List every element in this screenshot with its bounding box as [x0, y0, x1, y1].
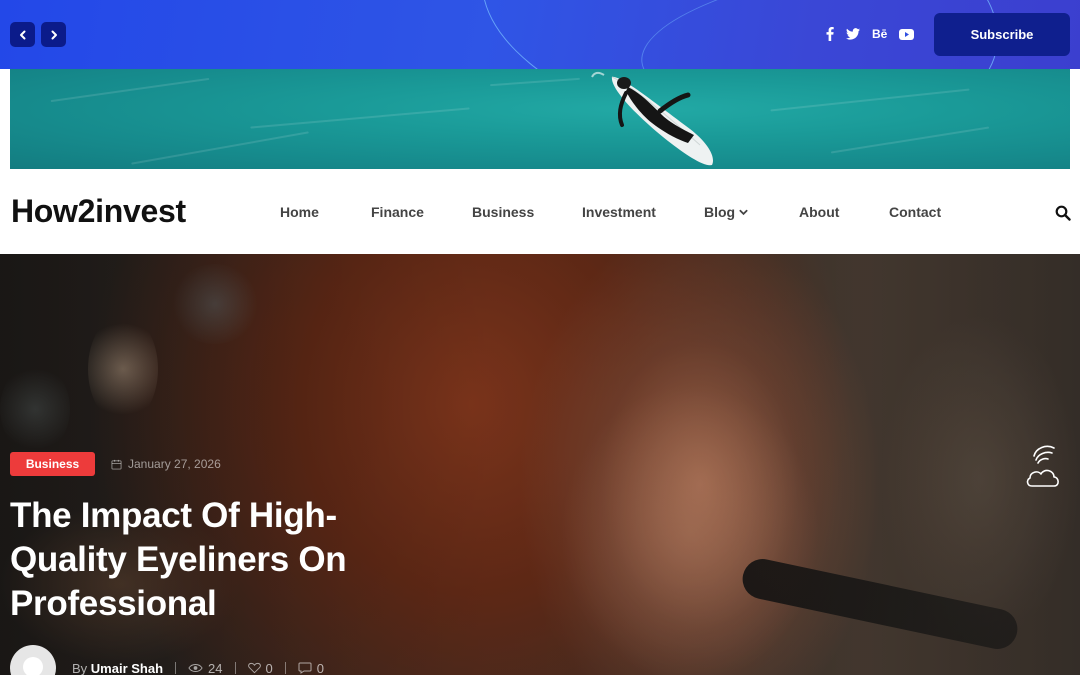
- post-date: January 27, 2026: [111, 457, 221, 471]
- site-logo[interactable]: How2invest: [11, 193, 186, 230]
- menu-item-blog[interactable]: Blog: [704, 204, 748, 220]
- post-meta: By Umair Shah 24 0 0: [10, 645, 324, 675]
- chevron-right-icon: [51, 30, 57, 39]
- site-header: How2invest Home Finance Business Investm…: [0, 169, 1080, 254]
- comment-icon: [298, 662, 312, 674]
- surfer-illustration: [591, 71, 714, 166]
- menu-item-about[interactable]: About: [799, 204, 839, 220]
- subscribe-button[interactable]: Subscribe: [934, 13, 1070, 56]
- cloud-weather-icon[interactable]: [1024, 440, 1062, 488]
- menu-item-home[interactable]: Home: [280, 204, 319, 220]
- views-count: 24: [188, 661, 223, 675]
- facebook-icon[interactable]: [826, 26, 834, 42]
- chevron-left-icon: [19, 30, 25, 39]
- author-link[interactable]: Umair Shah: [91, 661, 163, 675]
- social-links: Bē: [826, 26, 915, 42]
- menu-item-contact[interactable]: Contact: [889, 204, 941, 220]
- avatar[interactable]: [10, 645, 56, 675]
- search-icon[interactable]: [1055, 205, 1071, 221]
- surfer-banner-image: [10, 69, 1070, 169]
- behance-icon[interactable]: Bē: [872, 26, 887, 42]
- top-bar: Bē Subscribe: [0, 0, 1080, 69]
- menu-item-investment[interactable]: Investment: [582, 204, 656, 220]
- featured-post[interactable]: Business January 27, 2026 The Impact Of …: [0, 254, 1080, 675]
- next-button[interactable]: [41, 22, 66, 47]
- category-badge[interactable]: Business: [10, 452, 95, 476]
- chevron-down-icon: [739, 209, 748, 215]
- prev-button[interactable]: [10, 22, 35, 47]
- menu-item-finance[interactable]: Finance: [371, 204, 424, 220]
- likes-count[interactable]: 0: [247, 661, 273, 675]
- post-title[interactable]: The Impact Of High-Quality Eyeliners On …: [10, 494, 390, 626]
- calendar-icon: [111, 459, 122, 470]
- youtube-icon[interactable]: [899, 26, 915, 42]
- comments-count[interactable]: 0: [298, 661, 324, 675]
- twitter-icon[interactable]: [846, 26, 860, 42]
- menu-item-business[interactable]: Business: [472, 204, 534, 220]
- heart-icon: [247, 662, 261, 674]
- eye-icon: [188, 664, 203, 672]
